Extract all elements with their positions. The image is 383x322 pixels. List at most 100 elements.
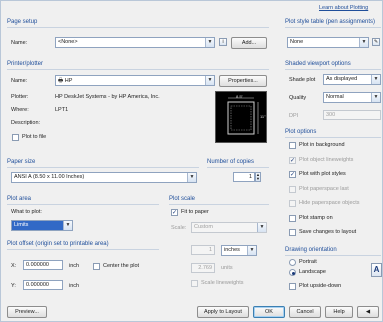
scale-value1-input[interactable]: 1 — [191, 245, 215, 255]
plot-style-value: None — [290, 39, 304, 45]
scale-units-value: inches — [224, 247, 240, 253]
copies-spinner[interactable]: ▲ ▼ — [255, 172, 261, 182]
preview-button[interactable]: Preview... — [7, 306, 47, 318]
chevron-down-icon: ▼ — [359, 38, 368, 47]
y-offset-unit: inch — [69, 283, 80, 289]
printer-divider — [7, 69, 269, 70]
plot-options-divider — [285, 137, 381, 138]
shade-plot-select[interactable]: As displayed ▼ — [323, 74, 381, 85]
paper-size-divider — [7, 167, 199, 168]
edit-plot-style-icon[interactable]: ✎ — [372, 38, 380, 46]
scale-units-select[interactable]: inches ▼ — [221, 245, 257, 256]
plot-option-label: Save changes to layout — [299, 229, 357, 235]
cancel-button[interactable]: Cancel — [289, 306, 321, 318]
page-setup-info-icon: i — [219, 38, 227, 46]
plot-offset-title: Plot offset (origin set to printable are… — [7, 241, 109, 247]
y-offset-input[interactable]: 0.000000 — [23, 280, 63, 290]
scale-lineweights-checkbox[interactable] — [191, 280, 198, 287]
preview-width-label: 8.5" — [236, 94, 243, 99]
y-offset-label: Y: — [11, 283, 16, 289]
plot-to-file-checkbox[interactable] — [12, 134, 19, 141]
plot-option-label: Plot stamp on — [299, 214, 333, 221]
landscape-radio[interactable] — [289, 269, 296, 276]
fit-to-paper-checkbox[interactable]: ✓ — [171, 209, 178, 216]
paper-size-select[interactable]: ANSI A (8.50 x 11.00 Inches) ▼ — [11, 172, 197, 183]
dpi-input[interactable]: 300 — [323, 110, 381, 120]
shaded-title: Shaded viewport options — [285, 61, 351, 67]
scale-value2-input[interactable]: 2.769 — [191, 263, 215, 273]
plot-option-checkbox[interactable] — [289, 214, 296, 222]
properties-button[interactable]: Properties... — [219, 75, 267, 87]
plot-offset-divider — [7, 249, 159, 250]
shade-plot-label: Shade plot — [289, 77, 316, 83]
upside-down-label: Plot upside-down — [299, 283, 342, 289]
printer-title: Printer/plotter — [7, 61, 44, 67]
plot-option-label: Plot with plot styles — [299, 171, 346, 177]
chevron-down-icon: ▼ — [63, 221, 72, 230]
center-plot-label: Center the plot — [103, 263, 140, 269]
copies-input[interactable]: 1 — [233, 172, 255, 182]
plot-option-label: Plot object lineweights — [299, 156, 354, 163]
printer-icon: 🖶 — [58, 78, 65, 84]
paper-preview: 8.5" 11" — [215, 91, 267, 143]
quality-select[interactable]: Normal ▼ — [323, 92, 381, 103]
upside-down-checkbox[interactable] — [289, 283, 296, 290]
plot-option-checkbox[interactable]: ✓ — [289, 171, 296, 178]
landscape-label: Landscape — [299, 269, 326, 275]
plot-option-checkbox[interactable] — [289, 200, 296, 207]
scale-units2-label: units — [221, 265, 233, 271]
where-value: LPT1 — [55, 107, 69, 113]
what-to-plot-select[interactable]: Limits ▼ — [11, 220, 73, 231]
plot-scale-title: Plot scale — [169, 196, 196, 202]
scale-lineweights-label: Scale lineweights — [201, 280, 244, 286]
printer-name-label: Name: — [11, 78, 28, 84]
x-offset-input[interactable]: 0.000000 — [23, 260, 63, 270]
chevron-down-icon: ▼ — [187, 173, 196, 182]
plot-dialog: Learn about Plotting Page setup Name: <N… — [0, 0, 383, 322]
plot-option-checkbox[interactable] — [289, 185, 296, 193]
portrait-radio[interactable] — [289, 259, 296, 266]
center-plot-checkbox[interactable] — [93, 263, 100, 270]
ok-button[interactable]: OK — [253, 306, 285, 318]
page-setup-name-select[interactable]: <None> ▼ — [55, 37, 215, 48]
what-to-plot-value: Limits — [14, 222, 29, 228]
chevron-down-icon: ▼ — [257, 223, 266, 232]
collapse-button[interactable]: ◀ — [357, 306, 379, 318]
page-setup-name-value: <None> — [58, 39, 78, 45]
scale-select[interactable]: Custom ▼ — [191, 222, 267, 233]
paper-preview-graphic — [227, 97, 259, 135]
plot-to-file-label: Plot to file — [22, 134, 47, 140]
plot-option-label: Plot paperspace last — [299, 185, 349, 192]
paper-size-value: ANSI A (8.50 x 11.00 Inches) — [14, 174, 85, 180]
plot-option-checkbox[interactable] — [289, 229, 296, 236]
plotter-label: Plotter: — [11, 94, 29, 100]
page-setup-title: Page setup — [7, 19, 38, 25]
plot-style-select[interactable]: None ▼ — [287, 37, 369, 48]
plot-option-checkbox[interactable]: ✓ — [289, 156, 296, 164]
fit-to-paper-label: Fit to paper — [181, 209, 209, 215]
help-button[interactable]: Help — [325, 306, 353, 318]
paper-size-title: Paper size — [7, 159, 36, 165]
shade-plot-value: As displayed — [326, 76, 358, 82]
quality-value: Normal — [326, 94, 344, 100]
plot-options-title: Plot options — [285, 129, 317, 135]
chevron-down-icon: ▼ — [247, 246, 256, 255]
add-button[interactable]: Add... — [231, 37, 267, 49]
apply-to-layout-button[interactable]: Apply to Layout — [197, 306, 249, 318]
shaded-divider — [285, 69, 381, 70]
help-link[interactable]: Learn about Plotting — [319, 5, 368, 11]
plot-option-checkbox[interactable] — [289, 142, 296, 149]
plot-area-title: Plot area — [7, 196, 32, 202]
scale-label: Scale: — [171, 225, 187, 231]
plot-option-label: Hide paperspace objects — [299, 200, 360, 206]
dpi-label: DPI — [289, 113, 299, 119]
x-offset-unit: inch — [69, 263, 80, 269]
copies-divider — [207, 167, 269, 168]
page-setup-name-label: Name: — [11, 40, 28, 46]
printer-name-select[interactable]: 🖶 HP ▼ — [55, 75, 215, 86]
plot-scale-divider — [169, 204, 269, 205]
orientation-divider — [285, 255, 381, 256]
where-label: Where: — [11, 107, 29, 113]
orientation-icon: A — [371, 263, 382, 277]
page-setup-divider — [7, 27, 269, 28]
